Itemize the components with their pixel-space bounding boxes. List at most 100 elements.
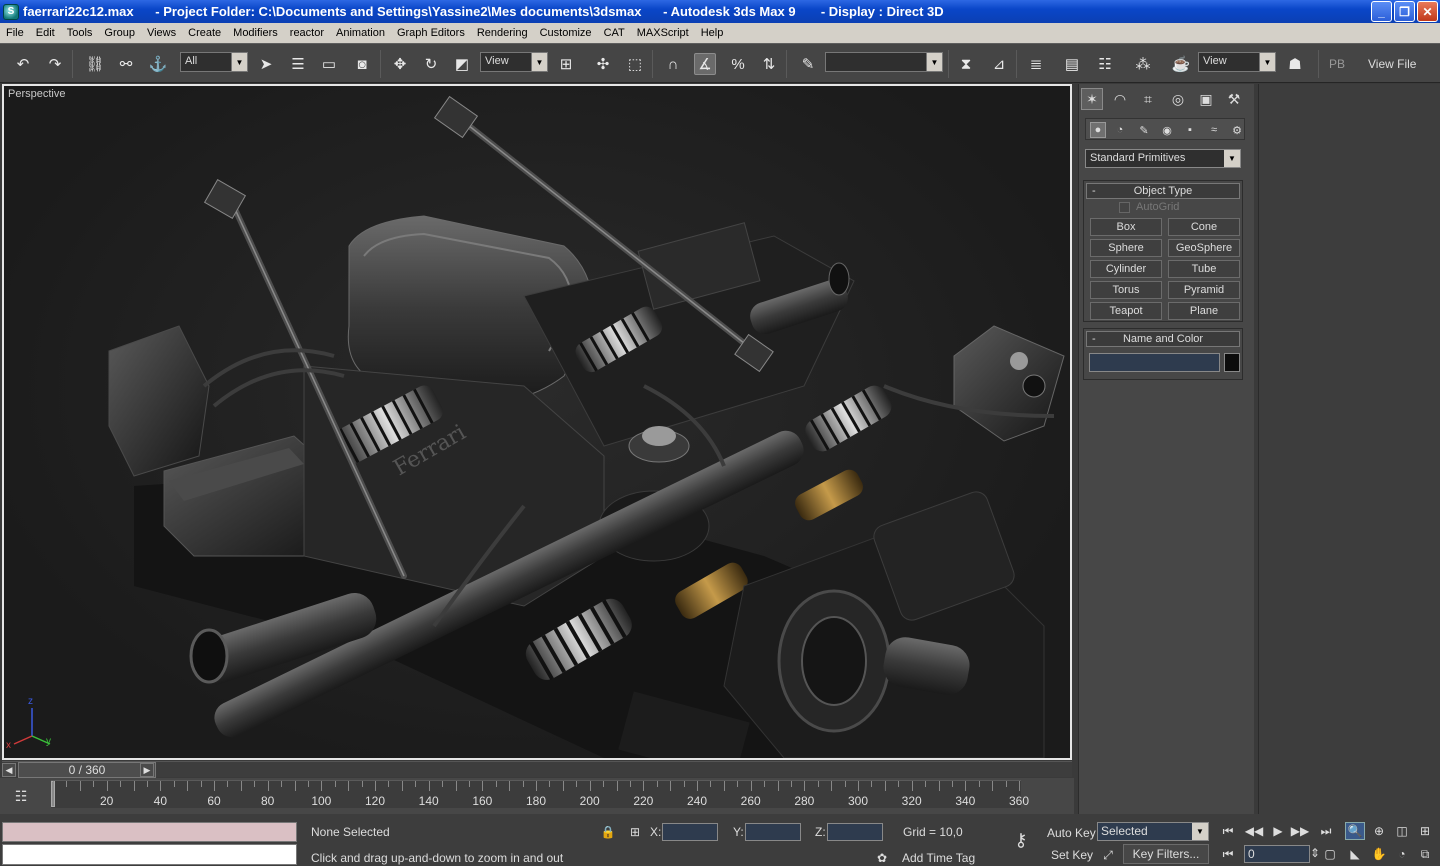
frame-ruler[interactable]: 20 40 60 80 100 120 140 160 180 200 220 240 260 280 30…: [51, 780, 1029, 808]
menu-modifiers[interactable]: Modifiers: [227, 27, 284, 39]
menu-group[interactable]: Group: [98, 27, 141, 39]
helpers-icon[interactable]: ▪: [1182, 122, 1198, 138]
render-type-dropdown[interactable]: View ▼: [1198, 52, 1276, 72]
menu-maxscript[interactable]: MAXScript: [631, 27, 695, 39]
select-and-scale-icon[interactable]: ◩: [451, 53, 473, 75]
render-scene-icon[interactable]: ☕: [1170, 53, 1192, 75]
time-configuration-icon[interactable]: ▢: [1320, 845, 1340, 863]
menu-reactor[interactable]: reactor: [284, 27, 330, 39]
zoom-all-icon[interactable]: ⊕: [1369, 822, 1389, 840]
undo-icon[interactable]: ↶: [12, 53, 34, 75]
time-slider-thumb[interactable]: 0 / 360: [18, 762, 156, 778]
next-frame-icon[interactable]: ▶▶: [1290, 822, 1310, 840]
redo-icon[interactable]: ↷: [44, 53, 66, 75]
select-by-name-icon[interactable]: ☰: [287, 53, 309, 75]
z-coordinate-field[interactable]: [827, 823, 883, 841]
select-and-move-icon[interactable]: ✥: [389, 53, 411, 75]
pan-view-icon[interactable]: ✋: [1369, 845, 1389, 863]
absolute-mode-transform-icon[interactable]: ⊞: [627, 824, 643, 840]
teapot-button[interactable]: Teapot: [1090, 302, 1162, 320]
zoom-extents-icon[interactable]: ◫: [1392, 822, 1412, 840]
window-crossing-icon[interactable]: ◙: [351, 53, 373, 75]
menu-file[interactable]: File: [0, 27, 30, 39]
time-slider[interactable]: ◀ 0 / 360 ▶: [2, 761, 1072, 778]
use-pivot-center-icon[interactable]: ⊞: [555, 53, 577, 75]
field-of-view-icon[interactable]: ◣: [1345, 845, 1365, 863]
torus-button[interactable]: Torus: [1090, 281, 1162, 299]
time-tag-icon[interactable]: ✿: [874, 850, 890, 866]
schematic-view-icon[interactable]: ☷: [1094, 53, 1116, 75]
cone-button[interactable]: Cone: [1168, 218, 1240, 236]
menu-edit[interactable]: Edit: [30, 27, 61, 39]
previous-frame-arrow-icon[interactable]: ◀: [2, 763, 16, 777]
open-mini-curve-editor-icon[interactable]: ☷: [10, 785, 32, 807]
next-frame-arrow-icon[interactable]: ▶: [140, 763, 154, 777]
menu-create[interactable]: Create: [182, 27, 227, 39]
keyboard-shortcut-override-icon[interactable]: ⬚: [624, 53, 646, 75]
object-name-field[interactable]: [1089, 353, 1220, 372]
menu-rendering[interactable]: Rendering: [471, 27, 534, 39]
selection-filter-dropdown[interactable]: All ▼: [180, 52, 248, 72]
key-selection-dropdown[interactable]: Selected ▼: [1097, 822, 1209, 841]
lock-selection-icon[interactable]: 🔒: [600, 824, 616, 840]
sphere-button[interactable]: Sphere: [1090, 239, 1162, 257]
viewport-label[interactable]: Perspective: [8, 88, 65, 100]
rectangular-selection-icon[interactable]: ▭: [318, 53, 340, 75]
minimize-button[interactable]: _: [1371, 1, 1392, 22]
menu-cat[interactable]: CAT: [598, 27, 631, 39]
primitive-type-dropdown[interactable]: Standard Primitives ▼: [1085, 149, 1241, 168]
maximize-button[interactable]: ❐: [1394, 1, 1415, 22]
play-animation-icon[interactable]: ▶: [1268, 822, 1288, 840]
default-in-out-tangents-icon[interactable]: ⤢: [1100, 847, 1116, 863]
close-button[interactable]: ✕: [1417, 1, 1438, 22]
quick-render-icon[interactable]: ☗: [1284, 53, 1306, 75]
key-mode-toggle-icon[interactable]: ⏮: [1218, 845, 1238, 863]
curve-editor-icon[interactable]: ▤: [1061, 53, 1083, 75]
pyramid-button[interactable]: Pyramid: [1168, 281, 1240, 299]
plane-button[interactable]: Plane: [1168, 302, 1240, 320]
current-frame-field[interactable]: 0: [1244, 845, 1310, 863]
hierarchy-tab-icon[interactable]: ⌗: [1137, 88, 1159, 110]
maxscript-input-mini[interactable]: [2, 844, 297, 865]
cameras-icon[interactable]: ◉: [1159, 122, 1175, 138]
select-and-rotate-icon[interactable]: ↻: [420, 53, 442, 75]
unlink-selection-icon[interactable]: ⚯: [115, 53, 137, 75]
object-type-header[interactable]: - Object Type: [1086, 183, 1240, 199]
auto-key-button[interactable]: Auto Key: [1047, 826, 1096, 840]
maximize-viewport-icon[interactable]: ⧉: [1415, 845, 1435, 863]
edit-named-selection-icon[interactable]: ✎: [797, 53, 819, 75]
geosphere-button[interactable]: GeoSphere: [1168, 239, 1240, 257]
arc-rotate-icon[interactable]: ◔: [1392, 845, 1412, 863]
object-color-swatch[interactable]: [1224, 353, 1240, 372]
autogrid-checkbox[interactable]: AutoGrid: [1119, 201, 1179, 213]
motion-tab-icon[interactable]: ◎: [1167, 88, 1189, 110]
maxscript-listener-mini[interactable]: [2, 822, 297, 842]
zoom-extents-all-icon[interactable]: ⊞: [1415, 822, 1435, 840]
lights-icon[interactable]: ✎: [1136, 122, 1152, 138]
menu-tools[interactable]: Tools: [61, 27, 99, 39]
previous-frame-icon[interactable]: ◀◀: [1244, 822, 1264, 840]
set-keys-key-icon[interactable]: ⚷: [1008, 830, 1034, 850]
perspective-viewport[interactable]: Ferrari z x y Perspective: [2, 84, 1072, 760]
display-tab-icon[interactable]: ▣: [1195, 88, 1217, 110]
utilities-tab-icon[interactable]: ⚒: [1223, 88, 1245, 110]
zoom-icon[interactable]: 🔍: [1345, 822, 1365, 840]
select-and-manipulate-icon[interactable]: ✣: [592, 53, 614, 75]
select-and-link-icon[interactable]: ⛓: [84, 53, 106, 75]
bind-to-space-warp-icon[interactable]: ⚓: [147, 53, 169, 75]
menu-graph-editors[interactable]: Graph Editors: [391, 27, 471, 39]
systems-icon[interactable]: ⚙: [1229, 122, 1245, 138]
menu-animation[interactable]: Animation: [330, 27, 391, 39]
view-file-button[interactable]: View File: [1368, 57, 1416, 71]
frame-spinner-icon[interactable]: ⇕: [1310, 845, 1320, 861]
add-time-tag-button[interactable]: Add Time Tag: [902, 851, 975, 865]
set-key-button[interactable]: Set Key: [1051, 848, 1093, 862]
mirror-icon[interactable]: ⧗: [955, 53, 977, 75]
geometry-icon[interactable]: ●: [1090, 122, 1106, 138]
percent-snap-toggle-icon[interactable]: %: [727, 53, 749, 75]
menu-customize[interactable]: Customize: [534, 27, 598, 39]
snaps-toggle-icon[interactable]: ∩: [662, 53, 684, 75]
space-warps-icon[interactable]: ≈: [1206, 122, 1222, 138]
tube-button[interactable]: Tube: [1168, 260, 1240, 278]
align-icon[interactable]: ⊿: [988, 53, 1010, 75]
